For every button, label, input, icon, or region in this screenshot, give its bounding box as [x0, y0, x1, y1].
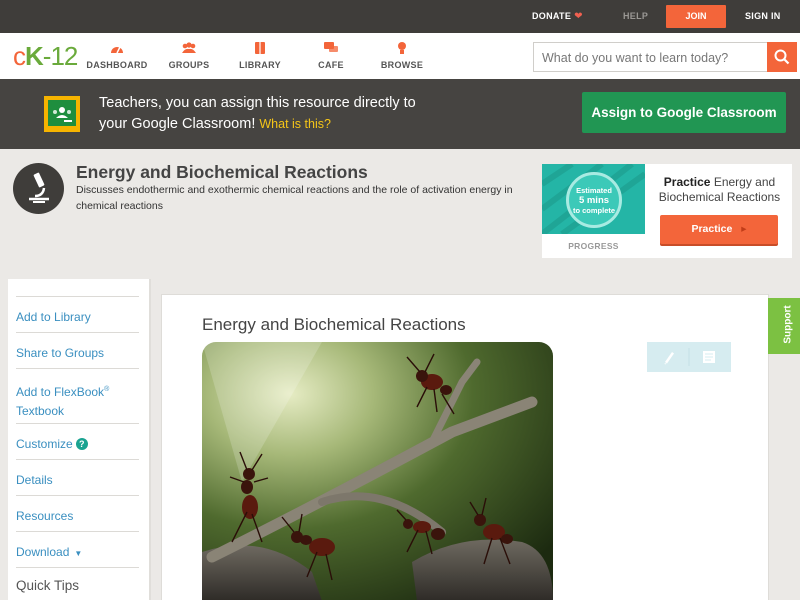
page-description: Discusses endothermic and exothermic che…	[76, 184, 513, 212]
heart-icon: ❤	[574, 11, 583, 22]
assign-to-google-classroom-button[interactable]: Assign to Google Classroom	[582, 92, 786, 133]
add-to-library-link[interactable]: Add to Library	[16, 296, 139, 327]
practice-button[interactable]: Practice ▸	[660, 215, 778, 244]
caret-down-icon: ▼	[74, 549, 83, 558]
download-link[interactable]: Download ▼	[16, 531, 139, 563]
donate-link[interactable]: DONATE ❤	[532, 11, 583, 22]
estimate-badge: Estimated 5 mins to complete	[566, 172, 622, 228]
main-nav-bar: cK-12 DASHBOARD GROUPS LIBRARY CAFE BROW…	[0, 33, 800, 79]
sign-in-link[interactable]: SIGN IN	[745, 11, 781, 21]
customize-link[interactable]: Customize?	[16, 423, 139, 454]
nav-library[interactable]: LIBRARY	[225, 41, 295, 70]
google-classroom-icon	[44, 96, 80, 132]
page-title: Energy and Biochemical Reactions	[76, 162, 368, 182]
classroom-message-line1: Teachers, you can assign this resource d…	[99, 95, 416, 111]
quick-tips-heading: Quick Tips	[16, 567, 139, 593]
details-link[interactable]: Details	[16, 459, 139, 490]
nav-browse[interactable]: BROWSE	[367, 41, 437, 70]
nav-browse-label: BROWSE	[380, 60, 424, 70]
practice-button-label: Practice	[691, 223, 733, 235]
progress-graphic: Estimated 5 mins to complete	[542, 164, 645, 234]
share-to-groups-link[interactable]: Share to Groups	[16, 332, 139, 363]
search-button[interactable]	[767, 42, 797, 72]
content-tools	[647, 342, 731, 372]
pencil-icon[interactable]	[664, 352, 675, 365]
groups-icon	[182, 42, 196, 53]
search-icon	[774, 49, 790, 65]
library-icon	[255, 42, 265, 54]
main-content: Energy and Biochemical Reactions	[161, 294, 769, 600]
nav-cafe[interactable]: CAFE	[296, 41, 366, 70]
support-label: Support	[782, 305, 794, 344]
join-button[interactable]: JOIN	[666, 5, 726, 28]
practice-title-bold: Practice	[663, 175, 711, 189]
registered-mark: ®	[104, 386, 110, 393]
browse-icon	[398, 42, 406, 54]
nav-dashboard[interactable]: DASHBOARD	[82, 41, 152, 70]
estimate-minutes: 5 mins	[578, 195, 610, 206]
practice-title: Practice Energy and Biochemical Reaction…	[652, 175, 787, 204]
top-utility-bar: DONATE ❤ HELP JOIN SIGN IN	[0, 0, 800, 33]
content-title: Energy and Biochemical Reactions	[202, 315, 466, 334]
cafe-icon	[324, 42, 338, 52]
nav-groups[interactable]: GROUPS	[154, 41, 224, 70]
help-link[interactable]: HELP	[623, 11, 648, 21]
estimate-to-complete: to complete	[572, 206, 616, 215]
add-to-flexbook-label: Add to FlexBook	[16, 385, 105, 399]
search-input[interactable]	[542, 49, 767, 66]
ck12-logo[interactable]: cK-12	[13, 41, 78, 71]
classroom-message-line2: your Google Classroom!	[99, 116, 256, 132]
chevron-right-icon: ▸	[741, 223, 747, 235]
nav-groups-label: GROUPS	[168, 60, 210, 70]
google-classroom-banner: Teachers, you can assign this resource d…	[0, 79, 800, 149]
support-tab[interactable]: Support	[768, 298, 800, 354]
ants-on-twig-image	[202, 342, 553, 600]
help-icon[interactable]: ?	[75, 438, 88, 450]
progress-label: PROGRESS	[568, 241, 619, 251]
notes-icon[interactable]	[703, 351, 715, 363]
add-to-flexbook-link[interactable]: Add to FlexBook® Textbook	[16, 368, 139, 421]
customize-label: Customize	[16, 437, 73, 451]
nav-dashboard-label: DASHBOARD	[86, 60, 148, 70]
logo-number: 12	[50, 41, 78, 71]
what-is-this-link[interactable]: What is this?	[259, 117, 331, 131]
logo-letter-k: K	[25, 41, 44, 71]
logo-letter-c: c	[13, 41, 26, 71]
microscope-icon	[13, 163, 64, 214]
search-box	[533, 42, 797, 72]
nav-cafe-label: CAFE	[318, 60, 344, 70]
practice-card: Estimated 5 mins to complete PROGRESS Pr…	[542, 164, 792, 258]
nav-library-label: LIBRARY	[239, 60, 281, 70]
download-label: Download	[16, 545, 70, 559]
textbook-label: Textbook	[16, 404, 65, 418]
dashboard-icon	[111, 46, 123, 54]
resources-link[interactable]: Resources	[16, 495, 139, 526]
donate-label: DONATE	[532, 11, 572, 21]
classroom-message: Teachers, you can assign this resource d…	[99, 93, 499, 135]
estimate-label: Estimated	[576, 186, 612, 195]
resource-sidebar: Add to Library Share to Groups Add to Fl…	[8, 279, 151, 600]
